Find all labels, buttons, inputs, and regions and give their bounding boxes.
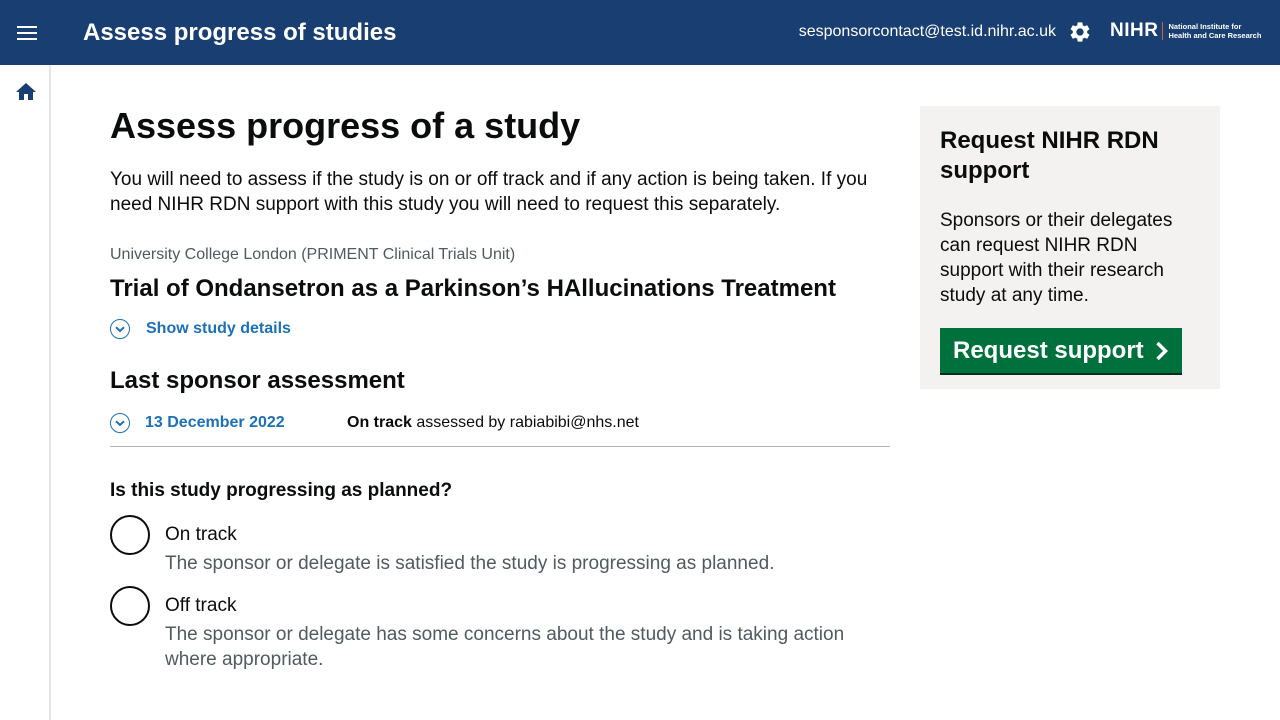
last-assessment-summary: On track assessed by rabiabibi@nhs.net bbox=[347, 412, 639, 434]
on-track-label[interactable]: On track bbox=[165, 522, 774, 547]
request-support-button[interactable]: Request support bbox=[940, 328, 1182, 373]
side-nav bbox=[0, 65, 51, 720]
logo-mark: NIHR bbox=[1110, 20, 1159, 41]
app-header: Assess progress of studies sesponsorcont… bbox=[0, 0, 1280, 65]
last-assessment-status: On track bbox=[347, 414, 412, 431]
settings-button[interactable] bbox=[1068, 20, 1092, 44]
off-track-radio[interactable] bbox=[110, 586, 150, 626]
chevron-down-icon bbox=[110, 319, 130, 339]
chevron-right-icon bbox=[1155, 341, 1169, 361]
progress-question: Is this study progressing as planned? bbox=[110, 480, 453, 501]
logo-line-1: National Institute for bbox=[1168, 22, 1242, 31]
radio-option-text: Off track The sponsor or delegate has so… bbox=[165, 586, 890, 672]
user-email: sesponsorcontact@test.id.nihr.ac.uk bbox=[798, 23, 1056, 40]
radio-option-text: On track The sponsor or delegate is sati… bbox=[165, 515, 774, 576]
last-assessment-assessor: assessed by rabiabibi@nhs.net bbox=[411, 414, 639, 431]
menu-button[interactable] bbox=[8, 14, 46, 52]
support-panel-title: Request NIHR RDN support bbox=[940, 127, 1159, 184]
gear-icon bbox=[1070, 22, 1090, 42]
radio-option-on-track: On track The sponsor or delegate is sati… bbox=[110, 515, 890, 576]
chevron-down-icon bbox=[110, 413, 130, 433]
support-panel: Request NIHR RDN support Sponsors or the… bbox=[920, 106, 1220, 389]
radio-option-off-track: Off track The sponsor or delegate has so… bbox=[110, 586, 890, 672]
off-track-label[interactable]: Off track bbox=[165, 593, 890, 618]
support-panel-text: Sponsors or their delegates can request … bbox=[940, 210, 1173, 306]
on-track-radio[interactable] bbox=[110, 515, 150, 555]
last-assessment-heading: Last sponsor assessment bbox=[110, 367, 405, 394]
request-support-label: Request support bbox=[953, 336, 1144, 364]
app-title: Assess progress of studies bbox=[83, 19, 397, 46]
nihr-logo: NIHR National Institute for Health and C… bbox=[1110, 20, 1261, 42]
last-assessment-row: 13 December 2022 On track assessed by ra… bbox=[110, 412, 890, 434]
on-track-hint: The sponsor or delegate is satisfied the… bbox=[165, 553, 775, 574]
home-button[interactable] bbox=[14, 80, 38, 104]
study-title: Trial of Ondansetron as a Parkinson’s HA… bbox=[110, 275, 836, 302]
organisation-name: University College London (PRIMENT Clini… bbox=[110, 246, 516, 263]
menu-icon bbox=[17, 26, 37, 40]
page-title: Assess progress of a study bbox=[110, 105, 581, 146]
home-icon bbox=[16, 83, 36, 100]
logo-text: National Institute for Health and Care R… bbox=[1168, 22, 1261, 40]
section-divider bbox=[110, 446, 890, 447]
show-study-details-label: Show study details bbox=[146, 320, 291, 337]
logo-line-2: Health and Care Research bbox=[1168, 31, 1262, 40]
last-assessment-date: 13 December 2022 bbox=[145, 414, 285, 431]
last-assessment-toggle[interactable]: 13 December 2022 bbox=[110, 412, 347, 434]
logo-separator bbox=[1162, 22, 1164, 40]
lead-paragraph: You will need to assess if the study is … bbox=[110, 169, 868, 215]
main-content: Assess progress of a study You will need… bbox=[110, 106, 890, 672]
off-track-hint: The sponsor or delegate has some concern… bbox=[165, 624, 845, 670]
show-study-details-toggle[interactable]: Show study details bbox=[110, 318, 890, 340]
